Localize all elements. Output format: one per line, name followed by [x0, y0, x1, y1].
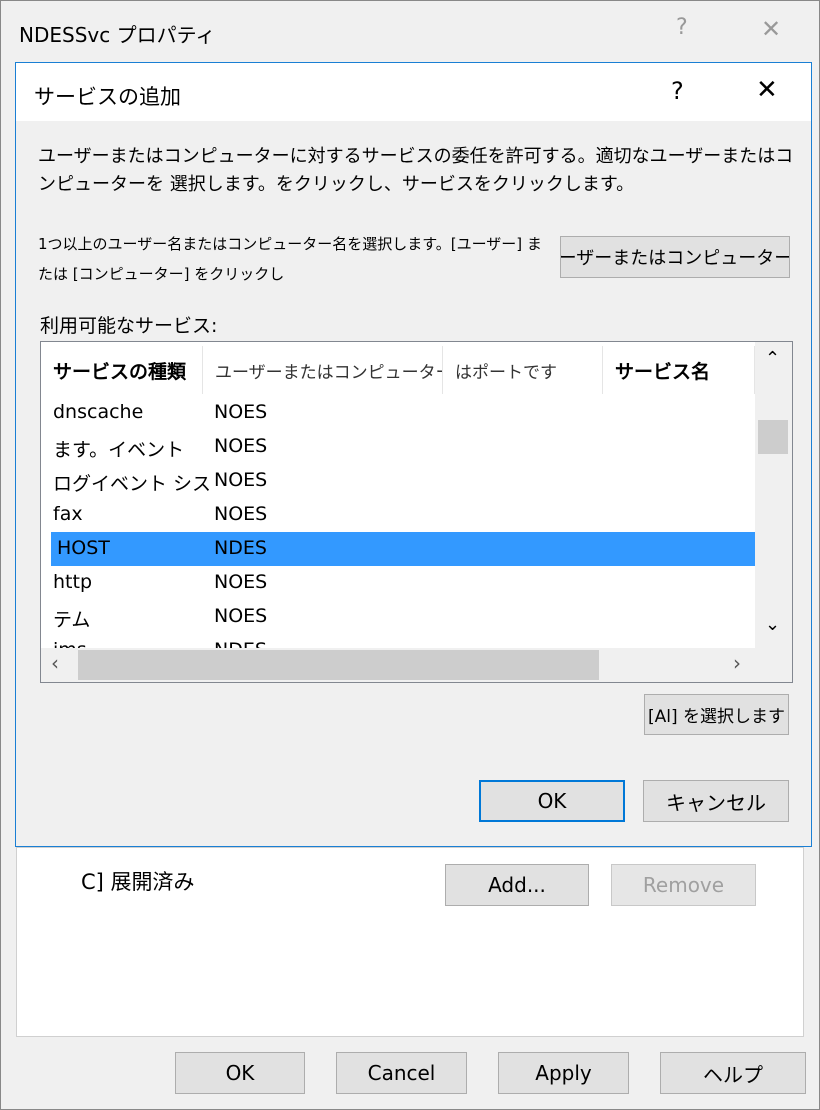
horizontal-scroll-thumb[interactable] [78, 650, 599, 680]
service-type-cell: テム [53, 609, 91, 631]
dialog-close-icon[interactable]: ✕ [756, 75, 778, 105]
scroll-down-icon[interactable]: ⌄ [765, 614, 780, 635]
table-row[interactable]: dnscache NOES [51, 396, 755, 430]
window-title: NDESSvc プロパティ [19, 23, 216, 47]
column-header-service-name[interactable]: サービス名 [603, 346, 755, 394]
scroll-right-icon[interactable]: › [733, 651, 741, 675]
dialog-description: ユーザーまたはコンピューターに対するサービスの委任を許可する。適切なユーザーまた… [38, 146, 794, 195]
service-type-cell: HOST [57, 537, 110, 559]
table-row[interactable]: テム NOES [51, 600, 755, 634]
table-row[interactable]: fax NOES [51, 498, 755, 532]
close-icon[interactable]: ✕ [761, 15, 781, 43]
expanded-label: C] 展開済み [81, 870, 195, 894]
footer-ok-button[interactable]: OK [175, 1052, 305, 1094]
user-cell: NOES [214, 571, 268, 593]
scroll-up-icon[interactable]: ⌃ [765, 348, 780, 369]
user-cell: NOES [214, 605, 268, 627]
scroll-left-icon[interactable]: ‹ [51, 651, 59, 675]
dialog-title: サービスの追加 [34, 85, 181, 109]
help-icon[interactable]: ? [676, 15, 688, 40]
footer-cancel-button[interactable]: Cancel [336, 1052, 467, 1094]
column-header-service-type[interactable]: サービスの種類 [41, 346, 203, 394]
dialog-help-icon[interactable]: ? [671, 77, 684, 105]
user-cell: NOES [214, 503, 268, 525]
footer-apply-button[interactable]: Apply [498, 1052, 629, 1094]
service-type-cell: ログイベント シス [53, 473, 212, 495]
table-row[interactable]: ます。イベント NOES [51, 430, 755, 464]
select-all-button[interactable]: [Al] を選択します [644, 694, 789, 735]
column-header-port[interactable]: はポートです [443, 346, 603, 394]
user-cell: NOES [214, 435, 268, 457]
available-services-label: 利用可能なサービス: [40, 315, 218, 337]
footer-help-button[interactable]: ヘルプ [660, 1052, 806, 1094]
remove-button[interactable]: Remove [611, 864, 756, 906]
service-type-cell: dnscache [53, 401, 144, 423]
vertical-scrollbar[interactable]: ⌃ ⌄ [755, 342, 792, 648]
user-cell: NDES [214, 537, 267, 559]
add-button[interactable]: Add... [445, 864, 589, 906]
user-cell: NOES [214, 401, 268, 423]
table-row[interactable]: HOST NDES [51, 532, 755, 566]
dialog-instruction: 1つ以上のユーザー名またはコンピューター名を選択します。[ユーザー] または [… [38, 235, 542, 283]
vertical-scroll-thumb[interactable] [758, 420, 788, 454]
delegation-panel: C] 展開済み Add... Remove [16, 847, 804, 1037]
add-services-dialog: サービスの追加 ? ✕ ユーザーまたはコンピューターに対するサービスの委任を許可… [15, 62, 812, 847]
table-row[interactable]: http NOES [51, 566, 755, 600]
service-type-cell: fax [53, 503, 83, 525]
table-row[interactable]: ログイベント シス NOES [51, 464, 755, 498]
column-header-user-or-computer[interactable]: ユーザーまたはコンピューター [203, 346, 443, 394]
users-or-computers-button[interactable]: ユーザーまたはコンピューター... [560, 236, 790, 278]
dialog-ok-button[interactable]: OK [479, 780, 625, 822]
services-list[interactable]: サービスの種類 ユーザーまたはコンピューター はポートです サービス名 dnsc… [40, 341, 793, 683]
user-cell: NOES [214, 469, 268, 491]
service-type-cell: ます。イベント [53, 439, 185, 461]
horizontal-scrollbar[interactable]: ‹ › [41, 648, 792, 682]
dialog-titlebar: サービスの追加 ? ✕ [16, 63, 811, 121]
service-type-cell: http [53, 571, 93, 593]
dialog-cancel-button[interactable]: キャンセル [643, 780, 789, 822]
